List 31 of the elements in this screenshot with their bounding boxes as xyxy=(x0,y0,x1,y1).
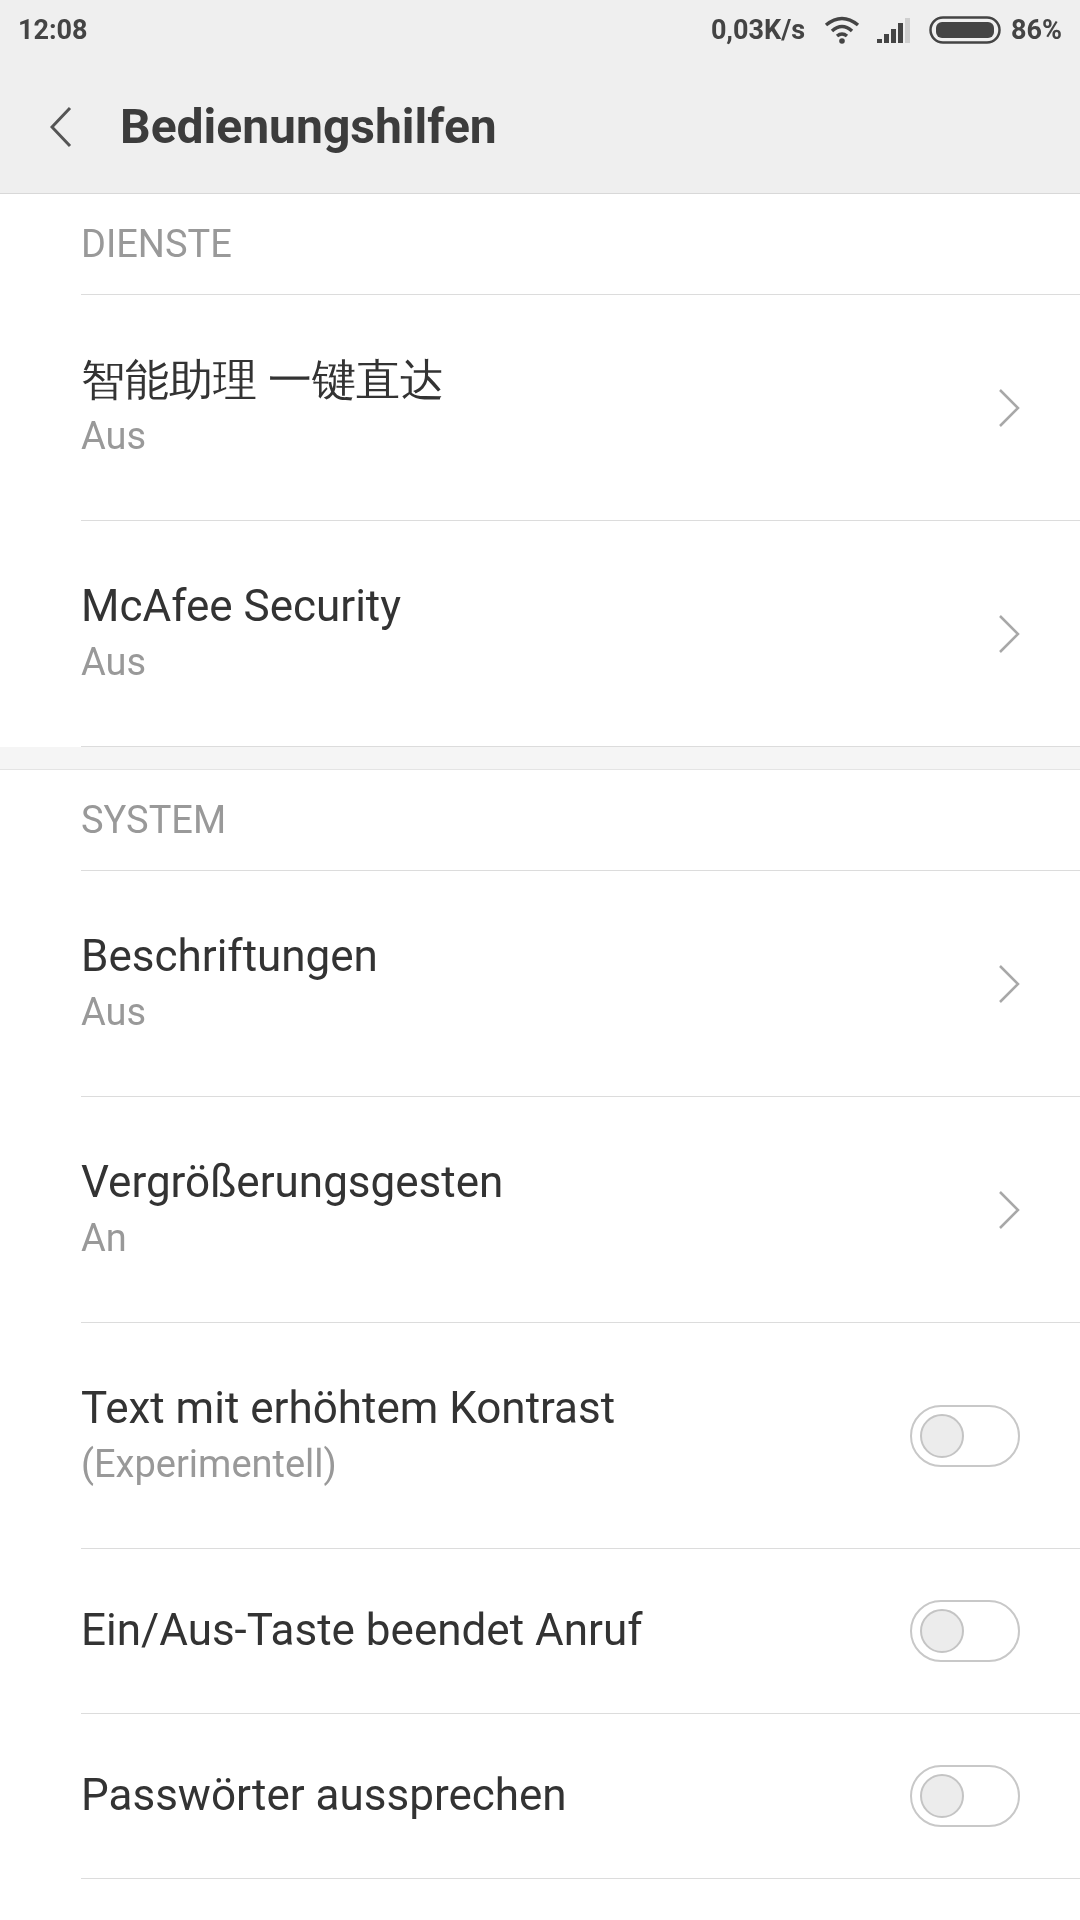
section-header: DIENSTE xyxy=(81,220,232,268)
setting-summary: Aus xyxy=(81,988,148,1036)
settings-row[interactable]: Text mit erhöhtem Kontrast (Experimentell) xyxy=(81,1323,1080,1549)
setting-label: Ein/Aus-Taste beendet Anruf xyxy=(81,1603,644,1659)
chevron-right-icon xyxy=(998,613,1020,654)
setting-summary: (Experimentell) xyxy=(81,1440,338,1488)
page-title: Bedienungshilfen xyxy=(120,96,497,157)
settings-row[interactable]: McAfee Security Aus xyxy=(81,521,1080,747)
settings-row[interactable]: 智能助理 一键直达 Aus xyxy=(81,295,1080,521)
settings-row[interactable]: Passwörter aussprechen xyxy=(81,1714,1080,1879)
network-speed: 0,03K/s xyxy=(710,12,806,48)
setting-summary: Aus xyxy=(81,412,148,460)
battery-percent: 86% xyxy=(1011,12,1062,48)
status-time: 12:08 xyxy=(18,12,88,48)
chevron-right-icon xyxy=(998,387,1020,428)
battery-icon xyxy=(929,16,1002,44)
wifi-icon xyxy=(823,16,862,44)
setting-label: Vergrößerungsgesten xyxy=(81,1155,505,1211)
setting-label: McAfee Security xyxy=(81,579,403,635)
settings-row[interactable]: Vergrößerungsgesten An xyxy=(81,1097,1080,1323)
section-header: SYSTEM xyxy=(81,796,227,844)
setting-label: Passwörter aussprechen xyxy=(81,1768,568,1824)
setting-summary: Aus xyxy=(81,638,148,686)
chevron-right-icon xyxy=(998,1189,1020,1230)
setting-label: Beschriftungen xyxy=(81,929,379,985)
settings-row[interactable]: Beschriftungen Aus xyxy=(81,871,1080,1097)
setting-label: 智能助理 一键直达 xyxy=(81,353,445,409)
setting-summary: An xyxy=(81,1214,128,1262)
setting-label: Text mit erhöhtem Kontrast xyxy=(81,1381,617,1437)
settings-row[interactable]: Ein/Aus-Taste beendet Anruf xyxy=(81,1549,1080,1714)
chevron-right-icon xyxy=(998,963,1020,1004)
